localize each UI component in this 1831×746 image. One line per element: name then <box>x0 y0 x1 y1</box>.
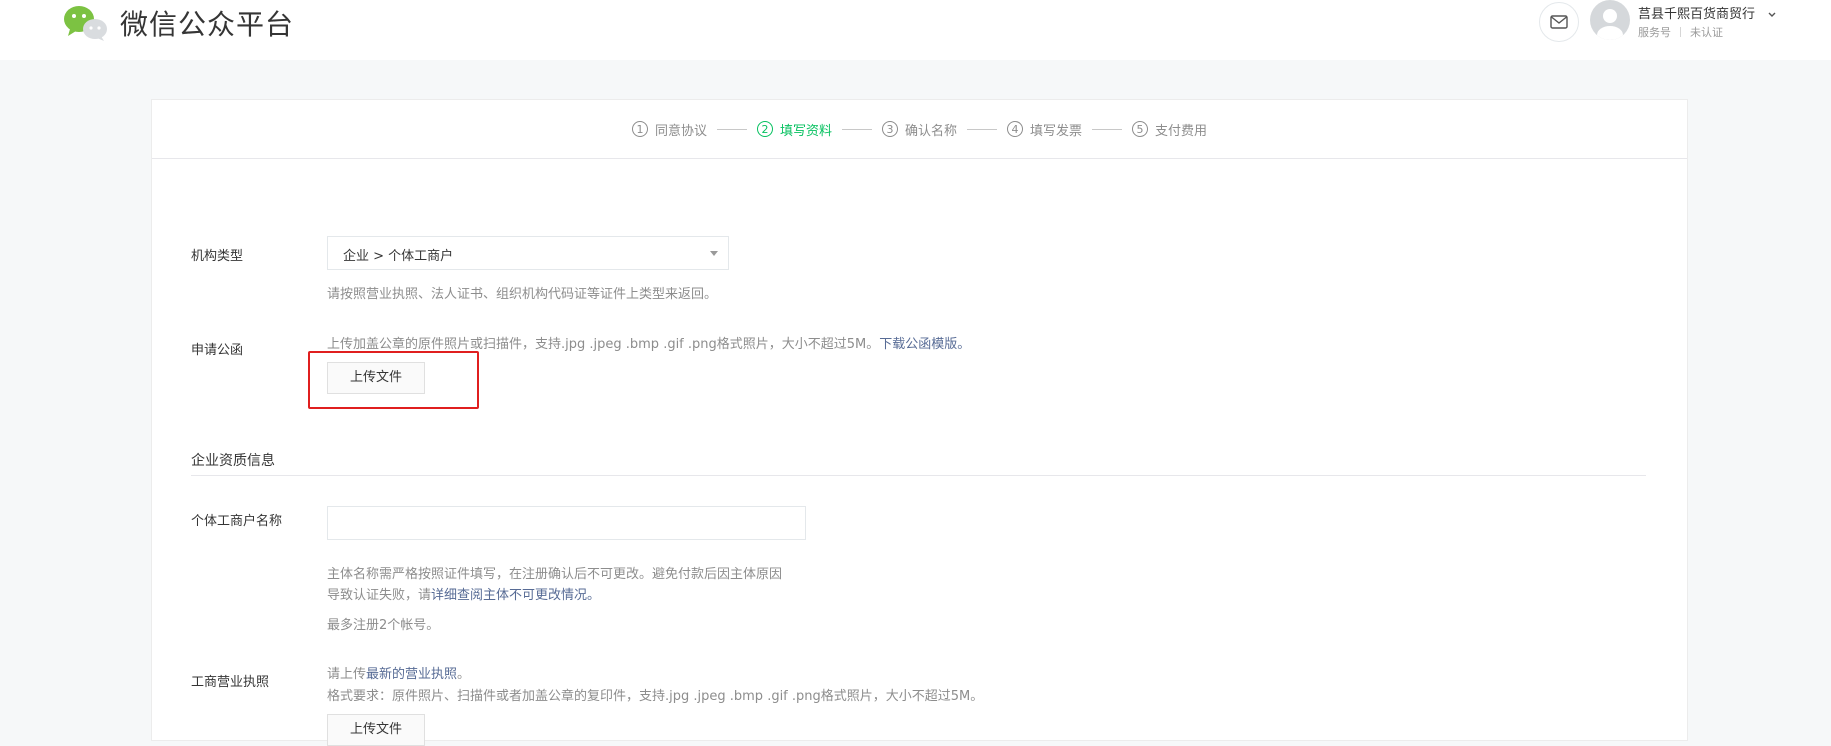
letter-label: 申请公函 <box>191 343 244 358</box>
verify-status: 未认证 <box>1690 26 1723 39</box>
step-label: 填写资料 <box>779 123 832 139</box>
step-2: 2 填写资料 <box>756 120 832 139</box>
account-meta: 服务号 未认证 <box>1638 24 1723 40</box>
progress-steps: 1 同意协议 2 填写资料 3 确认名称 4 填写发票 5 支付费用 <box>152 100 1687 159</box>
chevron-down-icon[interactable] <box>1767 10 1777 18</box>
license-format-hint: 格式要求：原件照片、扫描件或者加盖公章的复印件，支持.jpg .jpeg .bm… <box>327 689 984 704</box>
section-title: 企业资质信息 <box>191 453 275 469</box>
step-connector <box>967 128 997 130</box>
account-type: 服务号 <box>1638 26 1671 39</box>
business-name-hint-2: 导致认证失败，请详细查阅主体不可更改情况。 <box>327 584 600 603</box>
step-label: 支付费用 <box>1155 123 1208 139</box>
highlight-box <box>308 351 479 409</box>
org-type-hint: 请按照营业执照、法人证书、组织机构代码证等证件上类型来返回。 <box>327 287 718 302</box>
step-number: 3 <box>881 121 898 137</box>
org-type-label: 机构类型 <box>191 249 244 264</box>
select-arrow-icon <box>710 251 718 256</box>
step-number: 2 <box>756 121 773 137</box>
business-name-label: 个体工商户名称 <box>191 514 283 529</box>
org-type-select[interactable]: 企业 > 个体工商户 <box>327 236 729 270</box>
account-name[interactable]: 莒县千熙百货商贸行 <box>1638 3 1755 22</box>
step-3: 3 确认名称 <box>881 120 957 139</box>
step-label: 确认名称 <box>904 123 957 139</box>
meta-divider <box>1680 27 1681 37</box>
org-type-value: 企业 > 个体工商户 <box>343 249 454 264</box>
account-limit-hint: 最多注册2个帐号。 <box>327 618 440 633</box>
mail-button[interactable] <box>1539 2 1579 42</box>
platform-title: 微信公众平台 <box>120 8 295 41</box>
avatar-icon <box>1597 9 1623 40</box>
step-connector <box>1092 128 1123 130</box>
business-name-hint-1: 主体名称需严格按照证件填写，在注册确认后不可更改。避免付款后因主体原因 <box>327 567 783 582</box>
letter-hint-text: 上传加盖公章的原件照片或扫描件，支持.jpg .jpeg .bmp .gif .… <box>327 337 880 352</box>
letter-hint: 上传加盖公章的原件照片或扫描件，支持.jpg .jpeg .bmp .gif .… <box>327 333 970 352</box>
avatar[interactable] <box>1590 0 1630 40</box>
step-5: 5 支付费用 <box>1132 120 1207 139</box>
step-number: 1 <box>631 121 648 137</box>
registration-card: 1 同意协议 2 填写资料 3 确认名称 4 填写发票 5 支付费用 机构类型 … <box>151 99 1688 746</box>
upload-license-button[interactable]: 上传文件 <box>327 714 425 746</box>
latest-license-link[interactable]: 最新的营业执照 <box>366 667 457 682</box>
mail-icon <box>1550 15 1568 29</box>
business-name-input[interactable] <box>327 506 806 540</box>
license-hint: 请上传最新的营业执照。 <box>327 663 470 682</box>
step-number: 4 <box>1007 121 1023 137</box>
wechat-logo-icon <box>64 6 107 41</box>
license-label: 工商营业执照 <box>191 675 270 690</box>
download-template-link[interactable]: 下载公函模版。 <box>879 337 970 352</box>
platform-logo[interactable]: 微信公众平台 <box>62 0 294 46</box>
top-bar: 微信公众平台 莒县千熙百货商贸行 服务号 未认证 <box>0 0 1831 60</box>
unchangeable-subject-link[interactable]: 详细查阅主体不可更改情况。 <box>431 588 600 603</box>
step-number: 5 <box>1132 121 1149 137</box>
step-connector <box>716 128 747 130</box>
license-hint-prefix: 请上传 <box>327 667 367 682</box>
step-connector <box>841 128 872 130</box>
hint-prefix: 导致认证失败，请 <box>327 588 432 603</box>
step-1: 1 同意协议 <box>631 120 707 139</box>
step-label: 填写发票 <box>1030 123 1083 139</box>
section-divider <box>191 475 1646 476</box>
step-label: 同意协议 <box>654 123 707 139</box>
license-hint-suffix: 。 <box>457 667 471 682</box>
step-4: 4 填写发票 <box>1007 120 1082 139</box>
